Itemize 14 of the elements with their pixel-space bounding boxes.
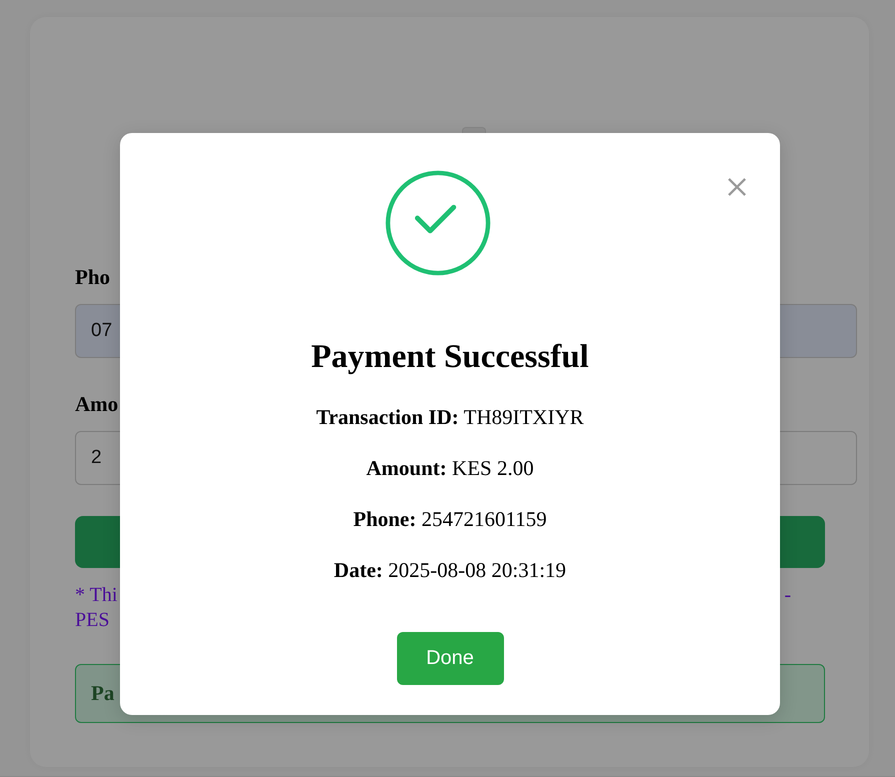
note-text: * Thi [75, 583, 118, 608]
detail-line: Phone: 254721601159 [353, 507, 547, 531]
note-text: - [784, 583, 791, 608]
detail-line: Date: 2025-08-08 20:31:19 [334, 558, 566, 582]
detail-line: Amount: KES 2.00 [366, 456, 534, 480]
phone-label: Pho [75, 265, 110, 289]
close-icon[interactable] [728, 178, 746, 196]
detail-line: Transaction ID: TH89ITXIYR [316, 405, 584, 429]
status-text: Pa [91, 681, 114, 706]
done-button[interactable]: Done [396, 632, 504, 685]
amount-label: Amo [75, 392, 118, 416]
check-circle-icon [385, 170, 491, 276]
note-text: PES [75, 608, 110, 633]
dialog-title: Payment Successful [311, 338, 589, 377]
